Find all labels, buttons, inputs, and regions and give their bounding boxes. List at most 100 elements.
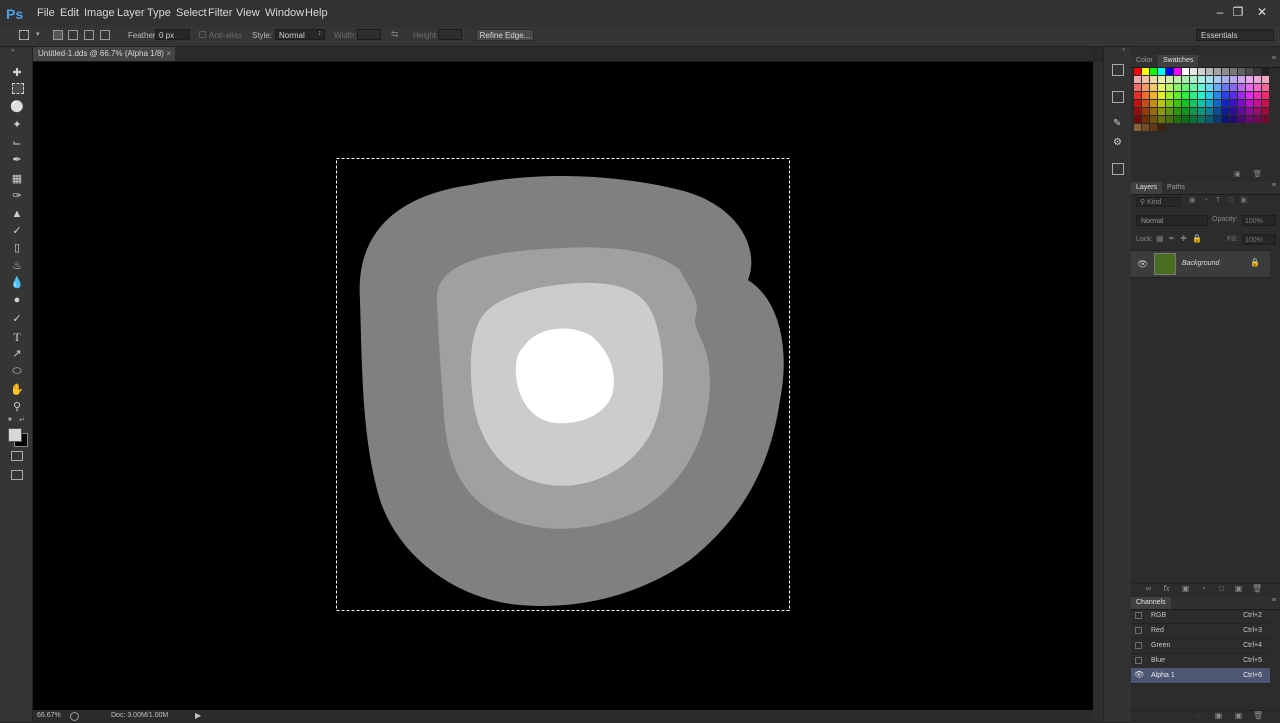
- color-swatch[interactable]: [1174, 68, 1181, 75]
- channel-row-red[interactable]: Red Ctrl+3: [1131, 623, 1270, 639]
- color-swatch[interactable]: [1190, 116, 1197, 123]
- brush-tool-icon[interactable]: ✑: [9, 189, 25, 203]
- color-swatch[interactable]: [1150, 100, 1157, 107]
- color-swatch[interactable]: [1158, 100, 1165, 107]
- menu-filter[interactable]: Filter: [208, 7, 232, 19]
- intersect-selection-icon[interactable]: [100, 30, 110, 40]
- fill-input[interactable]: 100%: [1242, 234, 1276, 245]
- color-swatch[interactable]: [1238, 92, 1245, 99]
- color-swatch[interactable]: [1262, 76, 1269, 83]
- color-swatch[interactable]: [1142, 108, 1149, 115]
- color-swatch[interactable]: [1142, 100, 1149, 107]
- paint-bucket-tool-icon[interactable]: ♨: [9, 259, 25, 273]
- menu-type[interactable]: Type: [147, 7, 171, 19]
- color-swatch[interactable]: [1174, 84, 1181, 91]
- load-selection-icon[interactable]: ◌: [1194, 711, 1203, 720]
- layer-name[interactable]: Background: [1182, 260, 1219, 267]
- menu-file[interactable]: File: [37, 7, 55, 19]
- color-swatch[interactable]: [1206, 92, 1213, 99]
- color-swatch[interactable]: [1142, 76, 1149, 83]
- color-swatch[interactable]: [1134, 68, 1141, 75]
- default-colors-icon[interactable]: ■: [8, 417, 12, 423]
- color-swatch[interactable]: [1190, 100, 1197, 107]
- color-swatch[interactable]: [1214, 100, 1221, 107]
- color-swatch[interactable]: [1238, 84, 1245, 91]
- color-swatch[interactable]: [1230, 84, 1237, 91]
- layer-filter-select[interactable]: ⚲ Kind: [1136, 197, 1181, 207]
- color-swatch[interactable]: [1150, 84, 1157, 91]
- pen-tool-icon[interactable]: ✓: [9, 312, 25, 326]
- quick-mask-icon[interactable]: [11, 451, 23, 461]
- swatches-grid[interactable]: [1131, 68, 1280, 180]
- color-swatch[interactable]: [1190, 68, 1197, 75]
- new-swatch-icon[interactable]: ▣: [1234, 170, 1241, 178]
- color-swatch[interactable]: [1262, 100, 1269, 107]
- adjustment-layer-icon[interactable]: ◔: [1199, 584, 1208, 593]
- visibility-toggle[interactable]: [1135, 642, 1142, 649]
- color-swatch[interactable]: [1246, 76, 1253, 83]
- color-swatch[interactable]: [1246, 100, 1253, 107]
- swap-dimensions-icon[interactable]: ⇆: [391, 29, 399, 40]
- color-swatch[interactable]: [1166, 84, 1173, 91]
- dodge-tool-icon[interactable]: ●: [9, 293, 25, 307]
- color-swatch[interactable]: [1166, 92, 1173, 99]
- layer-row-background[interactable]: 👁 Background 🔒: [1131, 250, 1270, 278]
- color-swatch[interactable]: [1166, 68, 1173, 75]
- visibility-toggle[interactable]: [1135, 657, 1142, 664]
- color-swatch[interactable]: [1150, 76, 1157, 83]
- color-swatch[interactable]: [1230, 100, 1237, 107]
- color-swatch[interactable]: [1246, 84, 1253, 91]
- color-swatch[interactable]: [1142, 92, 1149, 99]
- color-swatch[interactable]: [1238, 108, 1245, 115]
- color-swatch[interactable]: [1198, 68, 1205, 75]
- height-input[interactable]: [438, 29, 462, 40]
- move-tool-icon[interactable]: ✚: [9, 66, 25, 80]
- channels-panel-menu-icon[interactable]: ≡: [1272, 597, 1276, 604]
- color-swatch[interactable]: [1254, 100, 1261, 107]
- color-swatch[interactable]: [1262, 84, 1269, 91]
- workspace-select[interactable]: Essentials: [1196, 29, 1274, 41]
- color-swatch[interactable]: [1230, 68, 1237, 75]
- color-swatch[interactable]: [1198, 76, 1205, 83]
- color-swatch[interactable]: [1142, 68, 1149, 75]
- color-swatch[interactable]: [1182, 108, 1189, 115]
- color-swatch[interactable]: [1158, 116, 1165, 123]
- tab-paths[interactable]: Paths: [1162, 182, 1190, 194]
- type-tool-icon[interactable]: T: [9, 330, 25, 344]
- color-swatch[interactable]: [1246, 92, 1253, 99]
- properties-panel-icon[interactable]: [1112, 91, 1124, 103]
- color-swatch[interactable]: [1262, 108, 1269, 115]
- color-swatch[interactable]: [1222, 76, 1229, 83]
- zoom-tool-icon[interactable]: ⚲: [9, 400, 25, 414]
- menu-view[interactable]: View: [236, 7, 260, 19]
- menu-window[interactable]: Window: [265, 7, 304, 19]
- link-layers-icon[interactable]: ∞: [1144, 584, 1153, 593]
- layer-filter-icons[interactable]: ▣◔T□▣: [1189, 196, 1255, 204]
- visibility-toggle[interactable]: [1135, 627, 1142, 634]
- color-swatch[interactable]: [1222, 116, 1229, 123]
- screen-mode-icon[interactable]: [11, 470, 23, 480]
- color-swatch[interactable]: [1198, 108, 1205, 115]
- color-swatch[interactable]: [1254, 108, 1261, 115]
- color-swatch[interactable]: [1166, 76, 1173, 83]
- channel-row-rgb[interactable]: RGB Ctrl+2: [1131, 608, 1270, 624]
- color-swatch[interactable]: [1182, 100, 1189, 107]
- color-swatch[interactable]: [1214, 108, 1221, 115]
- history-panel-icon[interactable]: [1112, 64, 1124, 76]
- color-swatch[interactable]: [1182, 116, 1189, 123]
- color-swatch[interactable]: [1198, 100, 1205, 107]
- menu-select[interactable]: Select: [176, 7, 207, 19]
- color-swatch[interactable]: [1134, 116, 1141, 123]
- color-swatch[interactable]: [1142, 116, 1149, 123]
- color-swatch[interactable]: [1246, 108, 1253, 115]
- history-brush-tool-icon[interactable]: ✓: [9, 224, 25, 238]
- color-swatch[interactable]: [1166, 108, 1173, 115]
- spot-healing-tool-icon[interactable]: ▦: [9, 172, 25, 186]
- new-selection-icon[interactable]: [53, 30, 63, 40]
- delete-swatch-icon[interactable]: 🗑: [1253, 170, 1262, 178]
- color-swatch[interactable]: [1174, 92, 1181, 99]
- width-input[interactable]: [357, 29, 381, 40]
- clone-source-panel-icon[interactable]: [1112, 163, 1124, 175]
- color-swatch[interactable]: [1190, 108, 1197, 115]
- color-swatch[interactable]: [1134, 76, 1141, 83]
